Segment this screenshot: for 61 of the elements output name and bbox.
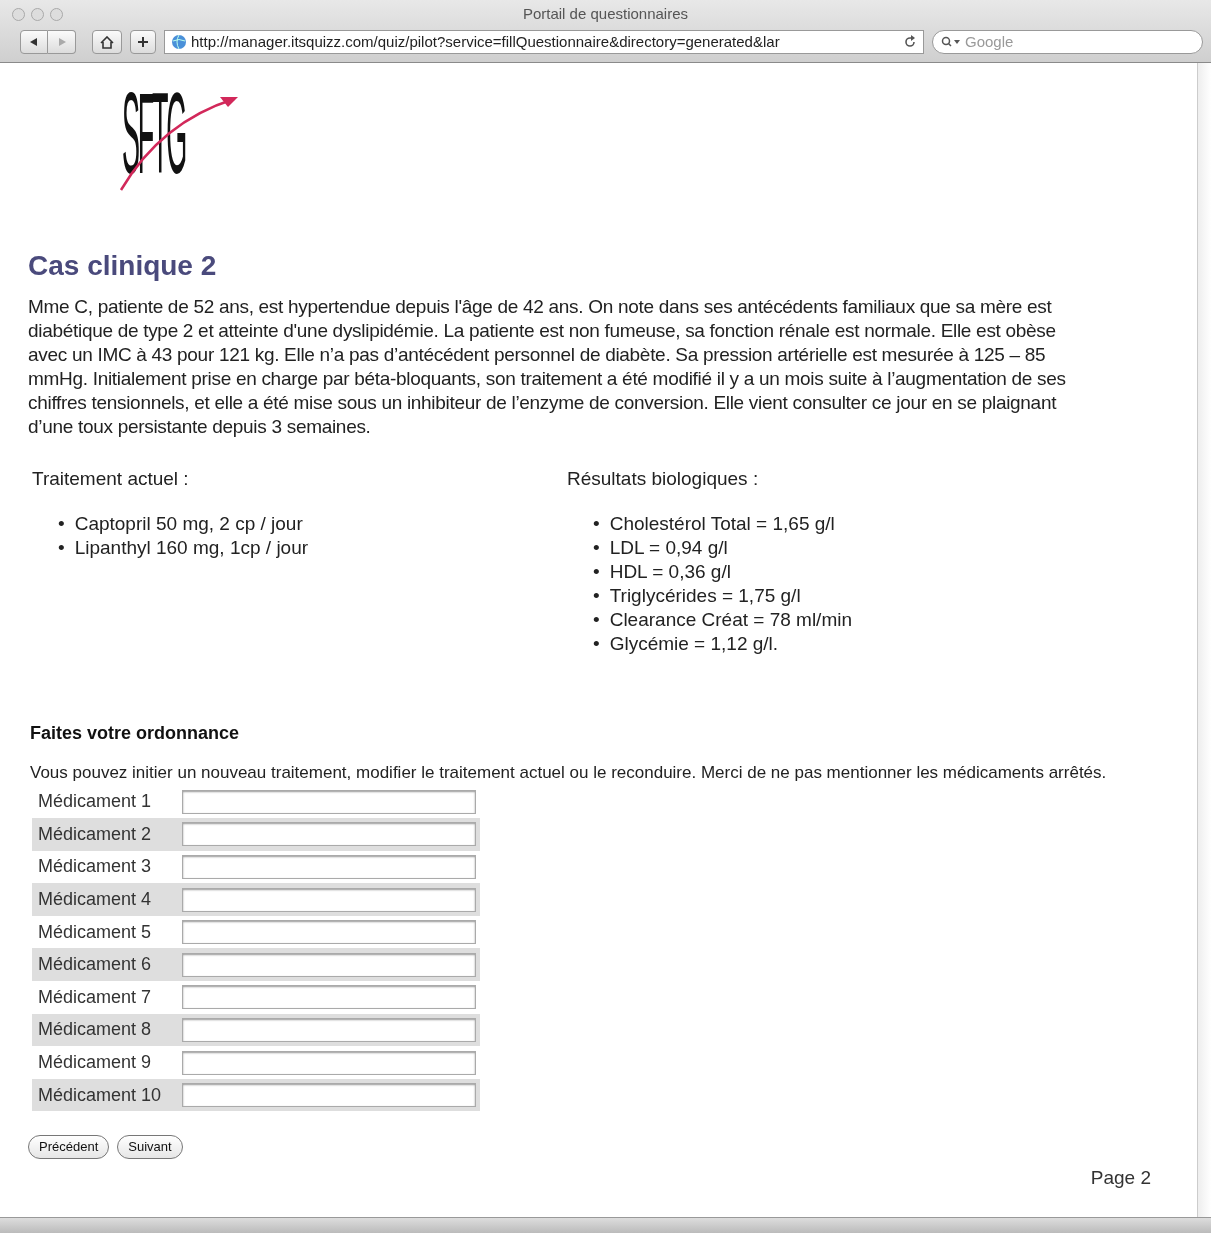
list-item: Cholestérol Total = 1,65 g/l [609, 511, 835, 536]
list-bullet: • [593, 631, 600, 656]
medication-input-field[interactable] [182, 985, 476, 1010]
list-bullet: • [593, 607, 600, 632]
forward-arrow-icon [56, 37, 67, 47]
list-item: Glycémie = 1,12 g/l. [609, 631, 779, 656]
next-button[interactable]: Suivant [117, 1135, 183, 1159]
medication-input-field[interactable] [182, 887, 476, 912]
field-label: Médicament 8 [38, 1018, 153, 1042]
instructions-text: Vous pouvez initier un nouveau traitement, modifier le traitement actuel ou le reconduire. Merci de ne pas mentionner les médicaments arrêtés. [30, 762, 1108, 782]
medication-input-field[interactable] [182, 1083, 476, 1108]
medication-input-field[interactable] [182, 822, 476, 847]
field-label: Médicament 9 [38, 1051, 153, 1075]
address-field[interactable]: http://manager.itsquizz.com/quiz/pilot?service=fillQuestionnaire&directory=generated&lar [164, 30, 924, 54]
field-label: Médicament 10 [38, 1083, 163, 1107]
field-label: Médicament 7 [38, 985, 153, 1009]
medication-input-field[interactable] [182, 789, 476, 814]
column-heading: Traitement actuel : [32, 467, 190, 491]
column-heading: Résultats biologiques : [567, 467, 760, 491]
case-title: Cas clinique 2 [28, 249, 218, 283]
page-indicator: Page 2 [1090, 1166, 1151, 1190]
list-bullet: • [58, 535, 65, 560]
list-item: Triglycérides = 1,75 g/l [609, 583, 801, 608]
medication-input-field[interactable] [182, 920, 476, 945]
list-item: LDL = 0,94 g/l [609, 535, 728, 560]
globe-icon [171, 34, 187, 50]
add-bookmark-button[interactable] [130, 30, 156, 54]
minimize-window-icon[interactable] [31, 8, 44, 21]
search-icon [941, 36, 961, 48]
section-heading: Faites votre ordonnance [30, 721, 241, 745]
zoom-window-icon[interactable] [50, 8, 63, 21]
previous-button[interactable]: Précédent [28, 1135, 110, 1159]
medication-input-field[interactable] [182, 1050, 476, 1075]
window-title: Portail de questionnaires [522, 5, 689, 22]
reload-icon[interactable] [903, 35, 917, 49]
close-window-icon[interactable] [12, 8, 25, 21]
list-bullet: • [58, 511, 65, 536]
back-arrow-icon [29, 37, 39, 47]
list-item: HDL = 0,36 g/l [609, 559, 731, 584]
medication-input-field[interactable] [182, 855, 476, 879]
list-item: Lipanthyl 160 mg, 1cp / jour [74, 535, 309, 560]
list-bullet: • [593, 583, 600, 608]
medication-input-field[interactable] [182, 952, 476, 977]
list-item: Captopril 50 mg, 2 cp / jour [74, 511, 303, 536]
back-button[interactable] [20, 30, 48, 54]
list-bullet: • [593, 559, 600, 584]
field-label: Médicament 4 [38, 888, 153, 912]
home-button[interactable] [92, 30, 122, 54]
list-bullet: • [593, 535, 600, 560]
field-label: Médicament 5 [38, 920, 153, 944]
vertical-scrollbar[interactable] [1197, 63, 1211, 1217]
list-item: Clearance Créat = 78 ml/min [609, 607, 852, 632]
plus-icon [137, 36, 149, 48]
house-icon [100, 35, 114, 49]
case-description: Mme C, patiente de 52 ans, est hypertendue depuis l'âge de 42 ans. On note dans ses antécédents familiaux que sa mère est diabétique de type 2 et atteinte d'une dyslipidémie. La patiente est non fumeuse, sa fonction rénale est normale. Elle est obèse avec un IMC à 43 pour 121 kg. Elle n’a pas d’antécédent personnel de diabète. Sa pression artérielle est mesurée à 125 – 85 mmHg. Initialement prise en charge par béta-bloquants, son traitement a été modifié il y a un mois suite à l’augmentation de ses chiffres tensionnels, et elle a été mise sous un inhibiteur de l’enzyme de conversion. Elle vient consulter ce jour en se plaignant d’une toux persistante depuis 3 semaines. [28, 295, 1067, 439]
field-label: Médicament 6 [38, 953, 153, 977]
list-bullet: • [593, 511, 600, 536]
field-label: Médicament 2 [38, 822, 153, 846]
field-label: Médicament 3 [38, 855, 153, 879]
medication-input-field[interactable] [182, 1017, 476, 1042]
field-label: Médicament 1 [38, 790, 153, 814]
